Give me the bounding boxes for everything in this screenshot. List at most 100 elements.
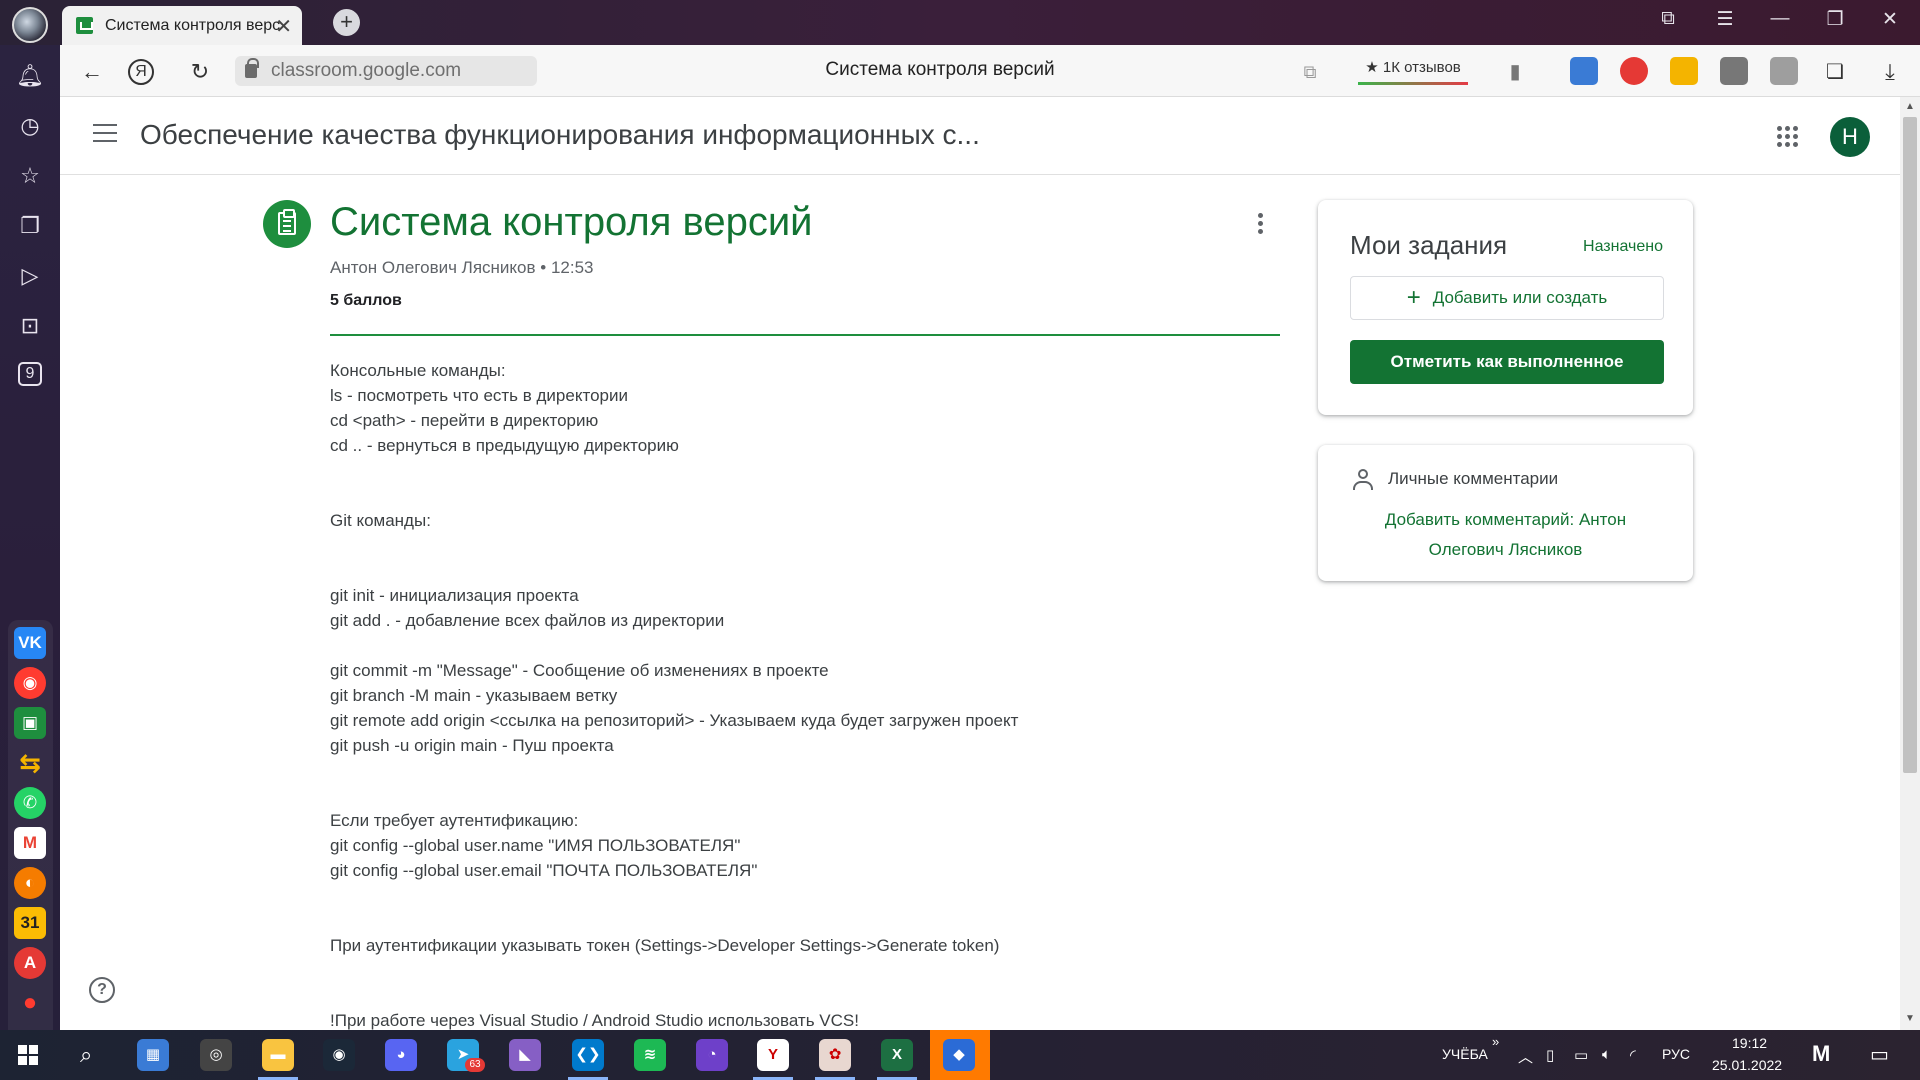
taskbar-explorer-icon[interactable]: ▬	[262, 1039, 294, 1071]
description-line	[330, 633, 1270, 658]
yandex-disk-icon[interactable]: ◐	[14, 867, 46, 899]
taskbar-app-blue-icon[interactable]: ◆	[943, 1039, 975, 1071]
search-icon[interactable]: ⌕	[80, 1042, 92, 1068]
google-apps-icon[interactable]	[1777, 126, 1799, 148]
divider	[330, 334, 1280, 336]
profile-extension-icon[interactable]	[1770, 57, 1798, 85]
new-tab-button[interactable]: +	[333, 9, 360, 36]
taskbar-discord-icon[interactable]: ◕	[385, 1039, 417, 1071]
screenshot-icon[interactable]	[1720, 57, 1748, 85]
tab-close-icon[interactable]: ✕	[275, 14, 292, 39]
arrows-icon[interactable]: ⇆	[14, 747, 46, 779]
description-line: cd <path> - перейти в директорию	[330, 411, 599, 430]
mark-as-done-button[interactable]: Отметить как выполненное	[1350, 340, 1664, 384]
scroll-down-icon[interactable]: ▼	[1905, 1013, 1915, 1024]
extension-blue-icon[interactable]	[1570, 57, 1598, 85]
my-work-card: Мои задания Назначено + Добавить или соз…	[1318, 200, 1693, 415]
downloads-icon[interactable]: ⤓	[1875, 57, 1905, 87]
notifications-icon[interactable]: ▭	[1870, 1042, 1889, 1067]
menu-icon[interactable]: ☰	[1705, 8, 1745, 31]
help-icon[interactable]: ?	[89, 977, 115, 1003]
language-indicator[interactable]: РУС	[1662, 1046, 1690, 1062]
description-line: git config --global user.name "ИМЯ ПОЛЬЗ…	[330, 836, 741, 855]
private-comments-title: Личные комментарии	[1388, 469, 1559, 488]
url-field[interactable]: classroom.google.com	[235, 56, 537, 86]
tray-m-icon[interactable]: M	[1812, 1041, 1830, 1067]
yandex-music-icon[interactable]: ◉	[14, 667, 46, 699]
whatsapp-icon[interactable]: ✆	[14, 787, 46, 819]
description-line: Консольные команды:	[330, 361, 506, 380]
extension-r-icon[interactable]	[1670, 57, 1698, 85]
history-icon[interactable]: ◷	[16, 112, 44, 140]
star-icon[interactable]: ☆	[16, 162, 44, 190]
battery-icon[interactable]: ▭	[1574, 1046, 1588, 1064]
back-button[interactable]: ←	[77, 57, 107, 87]
description-line: git push -u origin main - Пуш проекта	[330, 736, 614, 755]
more-options-icon[interactable]	[1258, 213, 1264, 237]
assignment-points: 5 баллов	[330, 292, 402, 309]
reviews-badge[interactable]: ★ 1К отзывов	[1358, 55, 1468, 85]
play-icon[interactable]: ▷	[16, 262, 44, 290]
yandex-icon[interactable]: Я	[128, 59, 154, 85]
collections-icon[interactable]: ❐	[16, 212, 44, 240]
taskbar-yandex-browser-icon[interactable]: Y	[757, 1039, 789, 1071]
assignment-meta: Антон Олегович Лясников • 12:53	[330, 258, 594, 277]
taskbar-steam-icon[interactable]: ◉	[323, 1039, 355, 1071]
translate-icon[interactable]: A	[14, 947, 46, 979]
browser-logo-icon[interactable]	[12, 7, 48, 43]
course-title[interactable]: Обеспечение качества функционирования ин…	[140, 119, 980, 151]
classroom-header: Обеспечение качества функционирования ин…	[60, 97, 1900, 175]
clock-date[interactable]: 25.01.2022	[1712, 1057, 1782, 1073]
taskbar-visual-studio-icon[interactable]: ◣	[509, 1039, 541, 1071]
windows-start-icon[interactable]	[18, 1045, 38, 1065]
classroom-favicon-icon	[76, 17, 93, 34]
scrollbar-thumb[interactable]	[1903, 117, 1917, 773]
google-classroom-icon[interactable]: ▣	[14, 707, 46, 739]
status-badge: Назначено	[1583, 238, 1663, 255]
vk-icon[interactable]: VK	[14, 627, 46, 659]
collections-window-icon[interactable]: ⧉	[1648, 8, 1688, 30]
clock-time[interactable]: 19:12	[1732, 1035, 1767, 1051]
tray-overflow-icon[interactable]: »	[1492, 1034, 1499, 1049]
taskbar-obs-icon[interactable]: ◎	[200, 1039, 232, 1071]
reading-list-icon[interactable]: ❏	[1820, 57, 1850, 87]
bookmark-icon[interactable]: ▮	[1500, 57, 1530, 87]
lock-icon[interactable]	[245, 58, 259, 78]
calendar-icon[interactable]: 31	[14, 907, 46, 939]
taskbar-spotify-icon[interactable]: ≋	[634, 1039, 666, 1071]
add-comment-link[interactable]: Добавить комментарий: Антон Олегович Ляс…	[1348, 505, 1663, 565]
bell-icon[interactable]: 🔔︎	[16, 62, 44, 90]
description-line	[330, 983, 1270, 1008]
wifi-icon[interactable]: ◜	[1630, 1046, 1636, 1064]
taskbar-excel-icon[interactable]: X	[881, 1039, 913, 1071]
taskbar-anime-app-icon[interactable]: ✿	[819, 1039, 851, 1071]
close-window-button[interactable]: ✕	[1870, 8, 1910, 31]
description-line: ls - посмотреть что есть в директории	[330, 386, 628, 405]
scroll-up-icon[interactable]: ▲	[1905, 101, 1915, 112]
url-text: classroom.google.com	[271, 60, 462, 81]
tab-active[interactable]: Система контроля версий ✕	[62, 6, 302, 45]
avatar[interactable]: Н	[1830, 117, 1870, 157]
description-line	[330, 883, 1270, 908]
open-external-icon[interactable]: ⧉	[1295, 57, 1325, 87]
volume-icon[interactable]: 🔈︎	[1602, 1046, 1611, 1063]
taskbar-calculator-icon[interactable]: ▦	[137, 1039, 169, 1071]
description-line	[330, 533, 1270, 558]
page-scrollbar[interactable]: ▲ ▼	[1900, 97, 1920, 1030]
menu-hamburger-icon[interactable]	[93, 124, 117, 142]
gmail-icon[interactable]: M	[14, 827, 46, 859]
maps-icon[interactable]: ●	[14, 987, 46, 1019]
taskbar-github-desktop-icon[interactable]: ◔	[696, 1039, 728, 1071]
chevron-up-icon[interactable]: ︿	[1518, 1046, 1533, 1067]
tray-device-icon[interactable]: ▯	[1546, 1046, 1554, 1064]
adblock-icon[interactable]	[1620, 57, 1648, 85]
reload-button[interactable]: ↻	[185, 57, 215, 87]
description-line: Git команды:	[330, 511, 431, 530]
minimize-button[interactable]: —	[1760, 8, 1800, 30]
add-or-create-button[interactable]: + Добавить или создать	[1350, 276, 1664, 320]
number-9-icon[interactable]: 9	[18, 362, 42, 386]
taskbar-vscode-icon[interactable]: ❮❯	[572, 1039, 604, 1071]
camera-icon[interactable]: ⊡	[16, 312, 44, 340]
maximize-button[interactable]: ❐	[1815, 8, 1855, 31]
tray-label[interactable]: УЧЁБА	[1442, 1046, 1488, 1062]
